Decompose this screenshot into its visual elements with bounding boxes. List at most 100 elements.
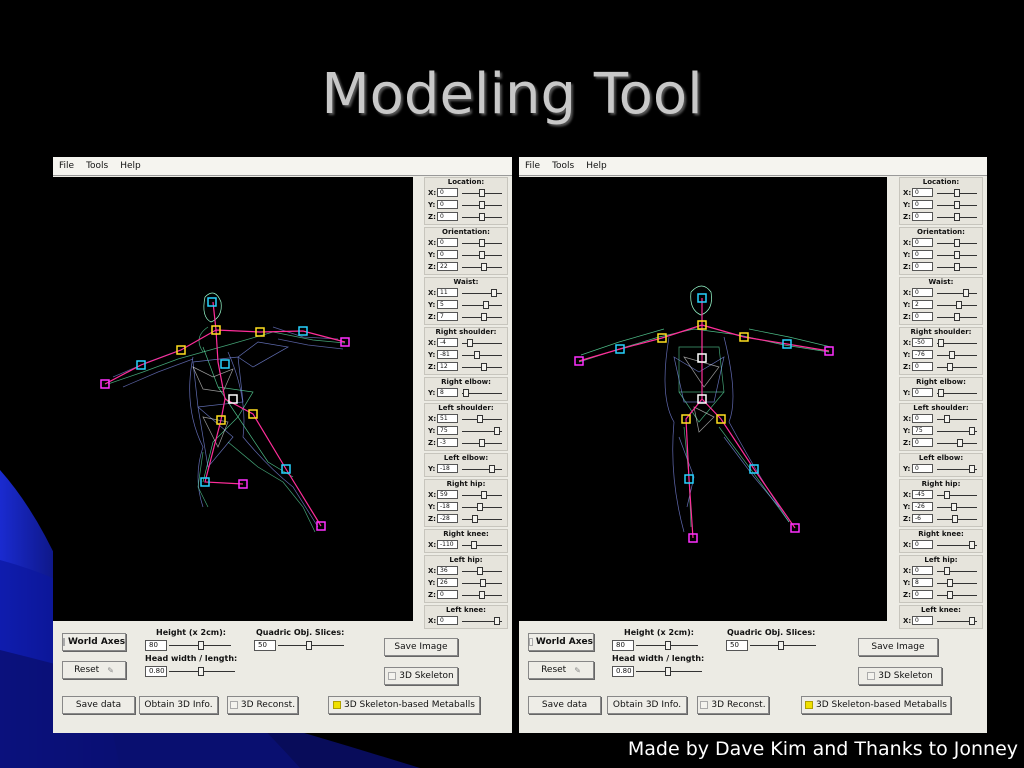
param-value-field[interactable]: 75 (437, 426, 458, 435)
3d-viewport[interactable] (519, 177, 887, 621)
param-slider-thumb[interactable] (479, 239, 485, 247)
param-slider-thumb[interactable] (481, 491, 487, 499)
param-slider-thumb[interactable] (947, 363, 953, 371)
3d-skeleton-checkbox[interactable]: 3D Skeleton (384, 667, 458, 685)
param-value-field[interactable]: 0 (912, 288, 933, 297)
param-slider-thumb[interactable] (479, 189, 485, 197)
param-value-field[interactable]: 0 (912, 438, 933, 447)
metaballs-checkbox[interactable]: 3D Skeleton-based Metaballs (801, 696, 951, 714)
param-value-field[interactable]: 0 (912, 262, 933, 271)
param-value-field[interactable]: 22 (437, 262, 458, 271)
obtain-3d-info-button[interactable]: Obtain 3D Info. (139, 696, 218, 714)
head-slider-thumb[interactable] (665, 667, 671, 676)
param-value-field[interactable]: 0 (912, 414, 933, 423)
height-slider-thumb[interactable] (198, 641, 204, 650)
3d-reconst-checkbox[interactable]: 3D Reconst. (227, 696, 298, 714)
param-slider-thumb[interactable] (479, 251, 485, 259)
param-slider-thumb[interactable] (969, 541, 975, 549)
3d-skeleton-checkbox[interactable]: 3D Skeleton (858, 667, 942, 685)
param-value-field[interactable]: -28 (437, 514, 458, 523)
param-slider-thumb[interactable] (952, 515, 958, 523)
quadric-slices-field[interactable]: 50 (726, 640, 748, 651)
menu-file[interactable]: File (525, 161, 540, 171)
reset-button[interactable]: Reset ✎ (528, 661, 594, 679)
param-slider-thumb[interactable] (947, 591, 953, 599)
param-slider-thumb[interactable] (944, 415, 950, 423)
param-value-field[interactable]: 0 (912, 540, 933, 549)
param-slider-thumb[interactable] (474, 351, 480, 359)
param-slider-thumb[interactable] (463, 389, 469, 397)
param-slider-thumb[interactable] (963, 289, 969, 297)
param-value-field[interactable]: 51 (437, 414, 458, 423)
param-slider-thumb[interactable] (480, 579, 486, 587)
param-value-field[interactable]: 12 (437, 362, 458, 371)
param-value-field[interactable]: 59 (437, 490, 458, 499)
param-value-field[interactable]: -110 (437, 540, 458, 549)
param-slider-thumb[interactable] (944, 491, 950, 499)
param-slider-thumb[interactable] (477, 567, 483, 575)
param-slider-thumb[interactable] (938, 339, 944, 347)
param-slider-thumb[interactable] (969, 427, 975, 435)
obtain-3d-info-button[interactable]: Obtain 3D Info. (607, 696, 687, 714)
param-value-field[interactable]: -81 (437, 350, 458, 359)
param-value-field[interactable]: -45 (912, 490, 933, 499)
param-value-field[interactable]: 0 (912, 238, 933, 247)
head-size-field[interactable]: 0.80 (145, 666, 167, 677)
param-slider-thumb[interactable] (494, 427, 500, 435)
param-slider-thumb[interactable] (954, 263, 960, 271)
height-field[interactable]: 80 (145, 640, 167, 651)
param-slider-thumb[interactable] (479, 439, 485, 447)
param-value-field[interactable]: 0 (912, 312, 933, 321)
param-slider-thumb[interactable] (489, 465, 495, 473)
param-slider-thumb[interactable] (481, 313, 487, 321)
save-data-button[interactable]: Save data (62, 696, 135, 714)
menu-file[interactable]: File (59, 161, 74, 171)
param-value-field[interactable]: 0 (437, 238, 458, 247)
param-slider-thumb[interactable] (954, 239, 960, 247)
param-value-field[interactable]: -6 (912, 514, 933, 523)
param-slider-thumb[interactable] (954, 201, 960, 209)
param-value-field[interactable]: 75 (912, 426, 933, 435)
param-slider-thumb[interactable] (951, 503, 957, 511)
save-image-button[interactable]: Save Image (384, 638, 458, 656)
param-slider-thumb[interactable] (954, 189, 960, 197)
param-value-field[interactable]: -76 (912, 350, 933, 359)
param-value-field[interactable]: 36 (437, 566, 458, 575)
param-slider-thumb[interactable] (938, 389, 944, 397)
param-slider-thumb[interactable] (481, 263, 487, 271)
param-value-field[interactable]: 0 (912, 464, 933, 473)
param-value-field[interactable]: -26 (912, 502, 933, 511)
quadric-slider-thumb[interactable] (778, 641, 784, 650)
head-size-field[interactable]: 0.80 (612, 666, 634, 677)
param-slider-thumb[interactable] (944, 567, 950, 575)
head-slider-thumb[interactable] (198, 667, 204, 676)
param-value-field[interactable]: 7 (437, 312, 458, 321)
param-slider-thumb[interactable] (491, 289, 497, 297)
param-slider-thumb[interactable] (954, 251, 960, 259)
param-slider-thumb[interactable] (957, 439, 963, 447)
param-slider-thumb[interactable] (467, 339, 473, 347)
height-slider-thumb[interactable] (665, 641, 671, 650)
param-value-field[interactable]: 5 (437, 300, 458, 309)
param-slider-thumb[interactable] (954, 313, 960, 321)
param-value-field[interactable]: 26 (437, 578, 458, 587)
param-slider-thumb[interactable] (477, 415, 483, 423)
param-slider-thumb[interactable] (479, 591, 485, 599)
reset-button[interactable]: Reset ✎ (62, 661, 126, 679)
param-value-field[interactable]: -18 (437, 464, 458, 473)
param-slider-thumb[interactable] (471, 541, 477, 549)
menu-tools[interactable]: Tools (552, 161, 574, 171)
save-data-button[interactable]: Save data (528, 696, 601, 714)
menu-help[interactable]: Help (586, 161, 607, 171)
param-value-field[interactable]: 0 (912, 250, 933, 259)
world-axes-checkbox[interactable]: World Axes (62, 633, 126, 651)
height-field[interactable]: 80 (612, 640, 634, 651)
param-slider-thumb[interactable] (481, 363, 487, 371)
param-slider-thumb[interactable] (479, 201, 485, 209)
param-slider-thumb[interactable] (947, 579, 953, 587)
quadric-slices-field[interactable]: 50 (254, 640, 276, 651)
metaballs-checkbox[interactable]: 3D Skeleton-based Metaballs (328, 696, 480, 714)
param-slider-thumb[interactable] (472, 515, 478, 523)
param-value-field[interactable]: 0 (912, 388, 933, 397)
param-slider-thumb[interactable] (969, 465, 975, 473)
